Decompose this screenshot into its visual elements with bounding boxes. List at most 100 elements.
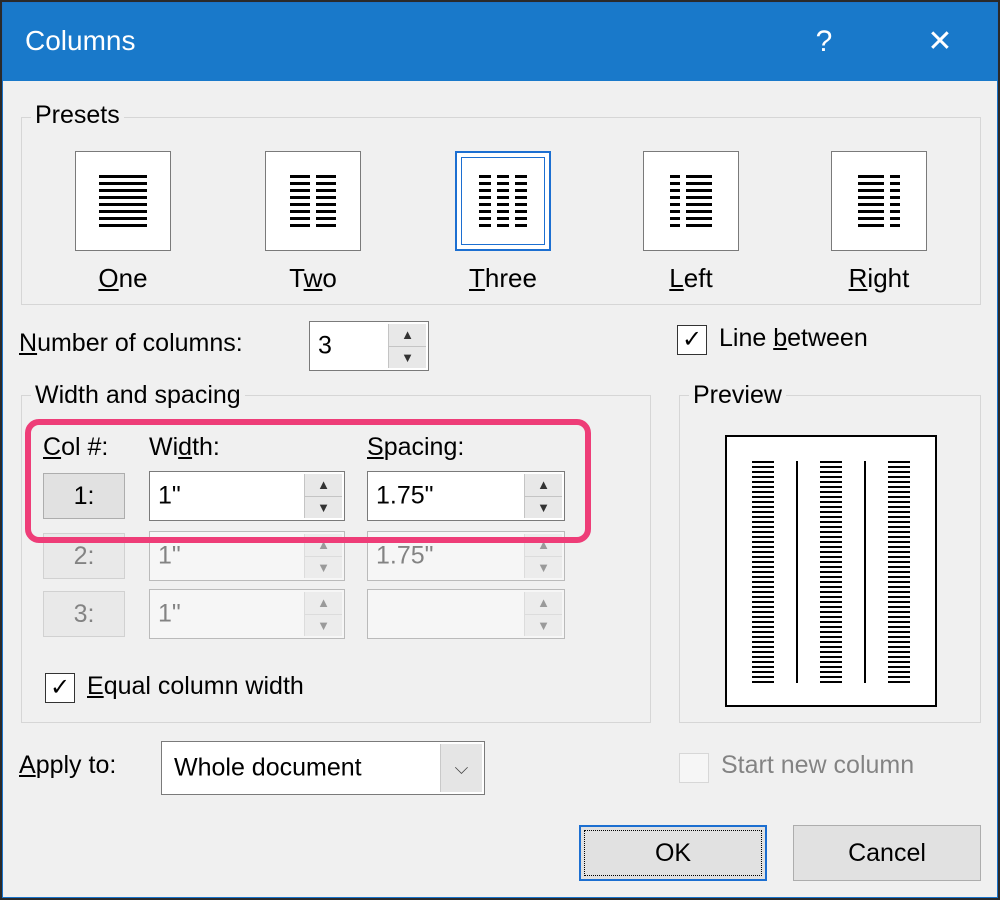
equal-column-width-checkbox[interactable]: ✓ — [45, 673, 75, 703]
preview-text-line — [752, 576, 774, 578]
preview-text-line — [888, 671, 910, 673]
preview-text-line — [820, 626, 842, 628]
spin-down-icon: ▼ — [305, 555, 342, 579]
preview-text-line — [888, 551, 910, 553]
preview-text-line — [752, 486, 774, 488]
col-3-label: 3: — [43, 591, 125, 637]
number-of-columns-spinner[interactable]: ▲ ▼ — [388, 324, 426, 368]
preview-group-label: Preview — [689, 381, 786, 410]
preview-text-line — [752, 541, 774, 543]
preview-text-line — [820, 481, 842, 483]
three-columns-icon — [479, 175, 527, 227]
preview-text-line — [820, 541, 842, 543]
preview-text-line — [888, 496, 910, 498]
equal-column-width-label: Equal column width — [87, 672, 304, 700]
highlight-annotation — [25, 419, 591, 543]
preview-text-line — [820, 656, 842, 658]
preview-text-line — [820, 496, 842, 498]
number-of-columns-label: Number of columns: — [19, 329, 243, 357]
preview-text-line — [888, 676, 910, 678]
preview-text-line — [888, 591, 910, 593]
preview-text-line — [888, 681, 910, 683]
presets-group-label: Presets — [31, 101, 124, 130]
ok-button[interactable]: OK — [579, 825, 767, 881]
preview-text-line — [888, 626, 910, 628]
apply-to-select[interactable]: Whole document ⌵ — [161, 741, 485, 795]
cancel-button[interactable]: Cancel — [793, 825, 981, 881]
preview-text-line — [752, 591, 774, 593]
preview-text-line — [752, 656, 774, 658]
close-button[interactable]: ✕ — [915, 17, 965, 67]
preview-text-line — [820, 651, 842, 653]
preview-text-line — [752, 556, 774, 558]
preset-three-button[interactable] — [455, 151, 551, 251]
line-between-checkbox[interactable]: ✓ — [677, 325, 707, 355]
preview-text-line — [820, 556, 842, 558]
preview-text-line — [888, 466, 910, 468]
preset-one-button[interactable] — [75, 151, 171, 251]
preview-text-line — [752, 641, 774, 643]
preview-text-line — [820, 466, 842, 468]
preview-text-line — [820, 521, 842, 523]
preview-text-line — [888, 661, 910, 663]
preview-text-line — [888, 491, 910, 493]
preview-text-line — [888, 506, 910, 508]
preview-text-line — [888, 656, 910, 658]
preview-text-line — [752, 571, 774, 573]
preview-text-line — [752, 681, 774, 683]
col-3-spacing-stepper: ▲ ▼ — [367, 589, 565, 639]
preset-right-button[interactable] — [831, 151, 927, 251]
preview-text-line — [752, 476, 774, 478]
preset-left-label: Left — [669, 263, 713, 293]
preview-text-line — [820, 546, 842, 548]
preview-text-line — [752, 531, 774, 533]
preset-one-label: One — [98, 263, 148, 293]
preview-text-line — [752, 611, 774, 613]
preview-text-line — [752, 466, 774, 468]
preview-text-line — [888, 516, 910, 518]
preview-text-line — [888, 526, 910, 528]
preview-text-line — [888, 631, 910, 633]
preview-text-line — [888, 641, 910, 643]
preview-text-line — [888, 666, 910, 668]
width-spacing-group-label: Width and spacing — [31, 381, 245, 410]
preview-text-line — [820, 476, 842, 478]
preview-text-line — [752, 526, 774, 528]
preview-text-line — [820, 491, 842, 493]
preview-text-line — [820, 636, 842, 638]
spin-up-icon[interactable]: ▲ — [389, 324, 426, 346]
preview-text-line — [888, 581, 910, 583]
help-button[interactable]: ? — [799, 17, 849, 67]
preview-text-line — [820, 551, 842, 553]
preview-text-line — [820, 631, 842, 633]
title-bar: Columns ? ✕ — [3, 3, 997, 81]
apply-to-label: Apply to: — [19, 751, 117, 779]
preview-text-line — [820, 661, 842, 663]
spin-down-icon[interactable]: ▼ — [389, 345, 426, 369]
preview-text-line — [820, 601, 842, 603]
preview-text-line — [888, 561, 910, 563]
preview-text-line — [820, 531, 842, 533]
preview-text-line — [752, 631, 774, 633]
preview-text-line — [752, 491, 774, 493]
preview-text-line — [888, 476, 910, 478]
preset-two-button[interactable] — [265, 151, 361, 251]
start-new-column-label: Start new column — [721, 751, 915, 779]
preview-text-line — [752, 586, 774, 588]
preview-text-line — [820, 671, 842, 673]
preview-text-line — [820, 486, 842, 488]
preview-text-line — [888, 471, 910, 473]
chevron-down-icon[interactable]: ⌵ — [440, 744, 482, 792]
preview-text-line — [820, 576, 842, 578]
preview-text-line — [888, 521, 910, 523]
preset-left-button[interactable] — [643, 151, 739, 251]
preview-text-line — [752, 666, 774, 668]
preview-text-line — [888, 541, 910, 543]
number-of-columns-stepper[interactable]: 3 ▲ ▼ — [309, 321, 429, 371]
preview-text-line — [752, 461, 774, 463]
dialog-title: Columns — [25, 25, 136, 56]
columns-dialog: Columns ? ✕ Presets One Two Three Left R… — [2, 2, 998, 898]
preview-text-line — [752, 616, 774, 618]
preview-text-line — [888, 621, 910, 623]
spin-down-icon: ▼ — [525, 555, 562, 579]
